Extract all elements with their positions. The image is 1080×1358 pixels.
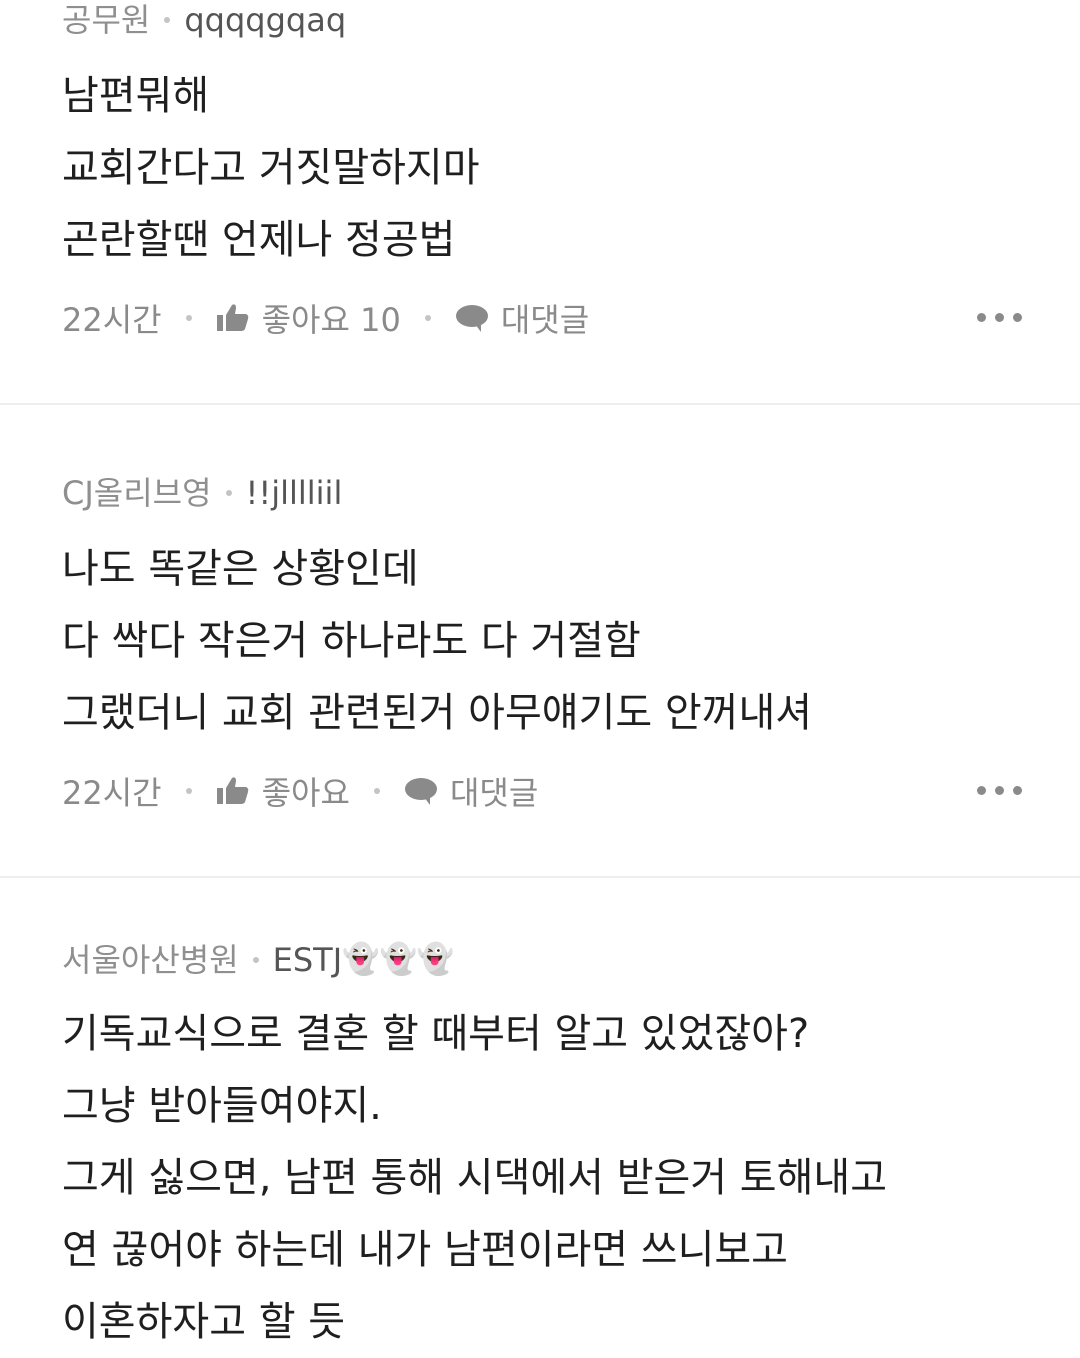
author-nickname[interactable]: ESTJ bbox=[273, 938, 343, 982]
like-button[interactable]: 좋아요 bbox=[216, 768, 350, 814]
like-label: 좋아요 bbox=[261, 774, 350, 812]
more-dot bbox=[1013, 786, 1022, 795]
separator-dot bbox=[225, 490, 232, 496]
comment-item: CJ올리브영 !!jlllliil 나도 똑같은 상황인데 다 싹다 작은거 하… bbox=[0, 405, 1080, 819]
comment-item: 서울아산병원 ESTJ 👻👻👻 기독교식으로 결혼 할 때부터 알고 있었잖아?… bbox=[0, 878, 1080, 1358]
comment-body: 남편뭐해 교회간다고 거짓말하지마 곤란할땐 언제나 정공법 bbox=[62, 60, 1030, 276]
reply-label: 대댓글 bbox=[500, 301, 590, 339]
comment-line: 교회간다고 거짓말하지마 bbox=[62, 145, 480, 191]
author-nickname[interactable]: !!jlllliil bbox=[246, 471, 343, 515]
comment-line: 남편뭐해 bbox=[62, 73, 210, 119]
comment-line: 다 싹다 작은거 하나라도 다 거절함 bbox=[62, 618, 641, 664]
more-options-button[interactable] bbox=[977, 313, 1022, 322]
comment-time: 22시간 bbox=[62, 774, 162, 812]
reply-button[interactable]: 대댓글 bbox=[404, 768, 538, 814]
speech-bubble-icon bbox=[455, 305, 488, 332]
separator-dot bbox=[185, 315, 192, 321]
more-horizontal-icon bbox=[977, 313, 986, 322]
comment-body: 기독교식으로 결혼 할 때부터 알고 있었잖아? 그냥 받아들여야지. 그게 싫… bbox=[62, 998, 1030, 1358]
comment-line: 곤란할땐 언제나 정공법 bbox=[62, 217, 456, 263]
comment-time: 22시간 bbox=[62, 301, 162, 339]
comment-line: 그게 싫으면, 남편 통해 시댁에서 받은거 토해내고 bbox=[62, 1155, 888, 1201]
more-dot bbox=[995, 786, 1004, 795]
comment-meta: 서울아산병원 ESTJ 👻👻👻 bbox=[62, 938, 1030, 982]
comment-line: 연 끊어야 하는데 내가 남편이라면 쓰니보고 bbox=[62, 1227, 788, 1273]
thumbs-up-icon bbox=[216, 777, 248, 804]
comment-line: 그랬더니 교회 관련된거 아무얘기도 안꺼내셔 bbox=[62, 690, 813, 736]
more-horizontal-icon bbox=[977, 786, 986, 795]
separator-dot bbox=[185, 788, 192, 794]
more-dot bbox=[1013, 313, 1022, 322]
separator-dot bbox=[424, 315, 431, 321]
comment-line: 나도 똑같은 상황인데 bbox=[62, 546, 419, 592]
like-label: 좋아요 10 bbox=[261, 301, 401, 339]
author-nickname[interactable]: qqqqgqaq bbox=[184, 0, 346, 42]
more-options-button[interactable] bbox=[977, 786, 1022, 795]
more-dot bbox=[995, 313, 1004, 322]
separator-dot bbox=[164, 17, 171, 23]
comment-meta: CJ올리브영 !!jlllliil bbox=[62, 471, 1030, 515]
comment-item: 공무원 qqqqgqaq 남편뭐해 교회간다고 거짓말하지마 곤란할땐 언제나 … bbox=[0, 0, 1080, 346]
comment-line: 그냥 받아들여야지. bbox=[62, 1083, 382, 1129]
comment-body: 나도 똑같은 상황인데 다 싹다 작은거 하나라도 다 거절함 그랬더니 교회 … bbox=[62, 533, 1030, 749]
like-button[interactable]: 좋아요 10 bbox=[216, 295, 401, 341]
author-company[interactable]: CJ올리브영 bbox=[62, 471, 212, 515]
reply-label: 대댓글 bbox=[449, 774, 539, 812]
author-company[interactable]: 공무원 bbox=[62, 0, 150, 42]
comment-meta: 공무원 qqqqgqaq bbox=[62, 0, 1030, 42]
comment-line: 이혼하자고 할 듯 bbox=[62, 1299, 346, 1345]
comment-actions: 22시간 좋아요 10 대댓글 bbox=[62, 290, 1030, 346]
separator-dot bbox=[252, 957, 259, 963]
reply-button[interactable]: 대댓글 bbox=[455, 295, 589, 341]
comment-line: 기독교식으로 결혼 할 때부터 알고 있었잖아? bbox=[62, 1011, 810, 1057]
ghost-emoji: 👻👻👻 bbox=[342, 942, 455, 977]
author-company[interactable]: 서울아산병원 bbox=[62, 938, 239, 982]
comment-actions: 22시간 좋아요 대댓글 bbox=[62, 763, 1030, 819]
speech-bubble-icon bbox=[404, 778, 437, 805]
thumbs-up-icon bbox=[216, 304, 248, 331]
separator-dot bbox=[373, 788, 380, 794]
